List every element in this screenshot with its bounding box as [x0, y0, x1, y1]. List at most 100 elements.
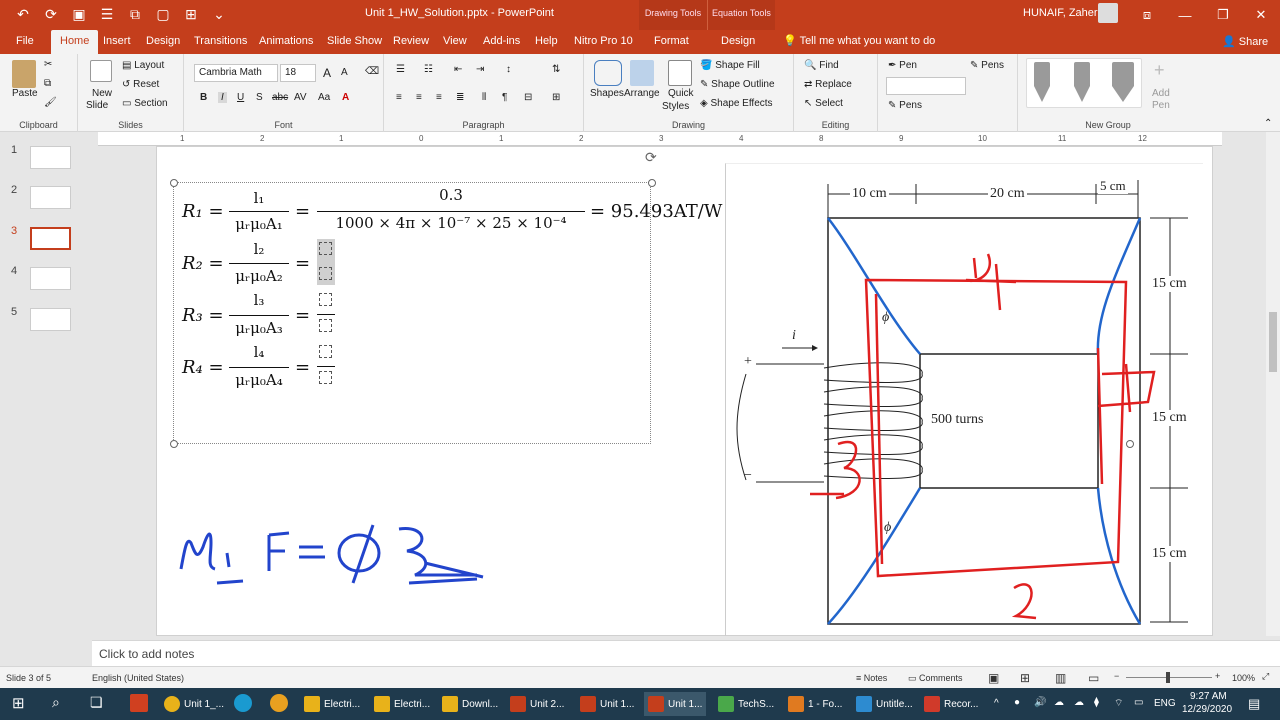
zoom-out-icon[interactable]: − [1114, 671, 1119, 681]
tab-addins[interactable]: Add-ins [483, 30, 520, 54]
horizontal-ruler[interactable]: 1 2 1 0 1 2 3 4 8 9 10 11 12 [98, 132, 1222, 146]
collapse-ribbon-icon[interactable]: ⌃ [1264, 118, 1272, 129]
smartart-icon[interactable]: ⊞ [552, 92, 560, 103]
user-name[interactable]: HUNAIF, Zaher [1023, 7, 1098, 19]
notes-toggle[interactable]: ≡ Notes [856, 673, 887, 683]
notifications-icon[interactable]: ▤ [1248, 696, 1260, 712]
arrange-icon[interactable] [630, 60, 654, 86]
tab-insert[interactable]: Insert [103, 30, 131, 54]
slide[interactable]: R₁ = l₁ μᵣμ₀A₁ = 0.3 1000 × 4π × 10⁻⁷ × … [156, 146, 1213, 636]
font-size-select[interactable]: 18 [280, 64, 316, 82]
text-direction-icon[interactable]: ⇅ [552, 64, 560, 75]
reading-view-icon[interactable]: ▥ [1055, 671, 1066, 685]
tab-slideshow[interactable]: Slide Show [327, 30, 382, 54]
task-view-icon[interactable]: ❏ [90, 694, 103, 711]
search-app-icon[interactable] [270, 694, 288, 712]
battery-icon[interactable]: ▭ [1134, 697, 1143, 708]
slide-thumbnail-5[interactable] [30, 308, 71, 331]
taskbar-app-ppt-unit1b[interactable]: Unit 1... [576, 692, 638, 716]
taskbar-app-paint[interactable]: Untitle... [852, 692, 917, 716]
clear-format-icon[interactable]: ⌫ [365, 66, 379, 77]
resize-handle[interactable] [170, 179, 178, 187]
paste-button[interactable]: Paste [12, 88, 38, 99]
tab-home[interactable]: Home [51, 30, 99, 54]
tab-file[interactable]: File [16, 30, 34, 54]
underline-icon[interactable]: U [237, 92, 244, 103]
shapes-icon[interactable] [594, 60, 622, 86]
pen-button[interactable]: ✒ Pen [888, 60, 917, 71]
scroll-thumb[interactable] [1269, 312, 1277, 372]
copy-icon[interactable]: ⧉ [44, 78, 51, 89]
taskbar-app-recorder[interactable]: Recor... [920, 692, 982, 716]
italic-icon[interactable]: I [218, 92, 227, 103]
slide-sorter-icon[interactable]: ⊞ [1020, 671, 1030, 685]
tab-animations[interactable]: Animations [259, 30, 313, 54]
menu-icon[interactable]: ☰ [96, 4, 118, 24]
add-pen-button[interactable]: Add [1152, 88, 1170, 99]
minimize-icon[interactable]: — [1166, 0, 1204, 30]
align-text-icon[interactable]: ⊟ [524, 92, 532, 103]
line-spacing-icon[interactable]: ↕ [506, 64, 511, 75]
font-color-icon[interactable]: A [342, 92, 349, 103]
find-button[interactable]: 🔍 Find [804, 60, 839, 71]
numbering-icon[interactable]: ☷ [424, 64, 433, 75]
magnetic-circuit-figure[interactable]: 10 cm 20 cm 5 cm 15 cm 15 cm 15 cm 500 t… [725, 163, 1203, 636]
resize-handle[interactable] [170, 440, 178, 448]
zoom-level[interactable]: 100% [1232, 673, 1255, 683]
quick-styles-icon[interactable] [668, 60, 692, 86]
tray-chevron-icon[interactable]: ^ [994, 698, 999, 709]
slide-thumbnail-2[interactable] [30, 186, 71, 209]
slide-thumbnail-1[interactable] [30, 146, 71, 169]
change-case-icon[interactable]: Aa [318, 92, 330, 103]
windows-start-icon[interactable]: ⊞ [12, 694, 25, 712]
network-icon[interactable]: ⧫ [1094, 697, 1099, 708]
volume-icon[interactable]: 🔊 [1034, 697, 1046, 708]
section-button[interactable]: ▭ Section [122, 98, 168, 109]
onedrive-icon[interactable]: ☁ [1054, 697, 1064, 708]
strikethrough-icon[interactable]: abc [272, 92, 288, 103]
paste-icon[interactable] [12, 60, 36, 88]
font-name-select[interactable]: Cambria Math [194, 64, 278, 82]
shadow-icon[interactable]: S [256, 92, 263, 103]
shapes-button[interactable]: Shapes [590, 88, 624, 99]
search-icon[interactable]: ⌕ [52, 694, 60, 711]
redo-icon[interactable]: ⟳ [40, 4, 62, 24]
add-pen-button-2[interactable]: Pen [1152, 100, 1170, 111]
tab-transitions[interactable]: Transitions [194, 30, 247, 54]
edge-icon[interactable] [234, 694, 252, 712]
shape-effects-button[interactable]: ◈ Shape Effects [700, 98, 773, 109]
tab-view[interactable]: View [443, 30, 467, 54]
tab-help[interactable]: Help [535, 30, 558, 54]
bullets-icon[interactable]: ☰ [396, 64, 405, 75]
tab-nitro[interactable]: Nitro Pro 10 [574, 30, 633, 54]
clock-date[interactable]: 12/29/2020 [1182, 704, 1232, 715]
grid-icon[interactable]: ⊞ [180, 4, 202, 24]
shrink-font-icon[interactable]: A [341, 67, 348, 78]
bold-icon[interactable]: B [200, 92, 207, 103]
taskbar-app-explorer-1[interactable]: Electri... [300, 692, 364, 716]
zoom-in-icon[interactable]: + [1215, 671, 1220, 681]
taskbar-app-chrome[interactable]: Unit 1_... [160, 692, 228, 716]
customize-qat-icon[interactable]: ⌄ [208, 4, 230, 24]
resize-handle[interactable] [648, 179, 656, 187]
replace-button[interactable]: ⇄ Replace [804, 79, 852, 90]
new-slide-button-2[interactable]: Slide [86, 100, 108, 111]
quick-styles-button[interactable]: Quick [668, 88, 694, 99]
tell-me-box[interactable]: 💡 Tell me what you want to do [783, 34, 935, 47]
fit-slide-icon[interactable]: ⤢ [1262, 671, 1269, 682]
close-icon[interactable]: ✕ [1242, 0, 1280, 30]
taskbar-app-forms[interactable]: 1 - Fo... [784, 692, 846, 716]
pens-dropdown[interactable]: ✎ Pens [970, 60, 1004, 71]
tab-design[interactable]: Design [146, 30, 180, 54]
justify-icon[interactable]: ≣ [456, 92, 464, 103]
grow-font-icon[interactable]: A [323, 66, 331, 80]
window-icon[interactable]: ▢ [152, 4, 174, 24]
save-icon[interactable]: ▣ [68, 4, 90, 24]
slideshow-icon[interactable]: ▭ [1088, 671, 1099, 685]
zoom-slider-thumb[interactable] [1166, 672, 1170, 683]
columns-icon[interactable]: ⫴ [482, 92, 486, 103]
taskbar-app-ppt-active[interactable]: Unit 1... [644, 692, 707, 716]
increase-indent-icon[interactable]: ⇥ [476, 64, 484, 75]
tray-app-icon[interactable]: ● [1014, 697, 1020, 708]
align-left-icon[interactable]: ≡ [396, 92, 402, 103]
